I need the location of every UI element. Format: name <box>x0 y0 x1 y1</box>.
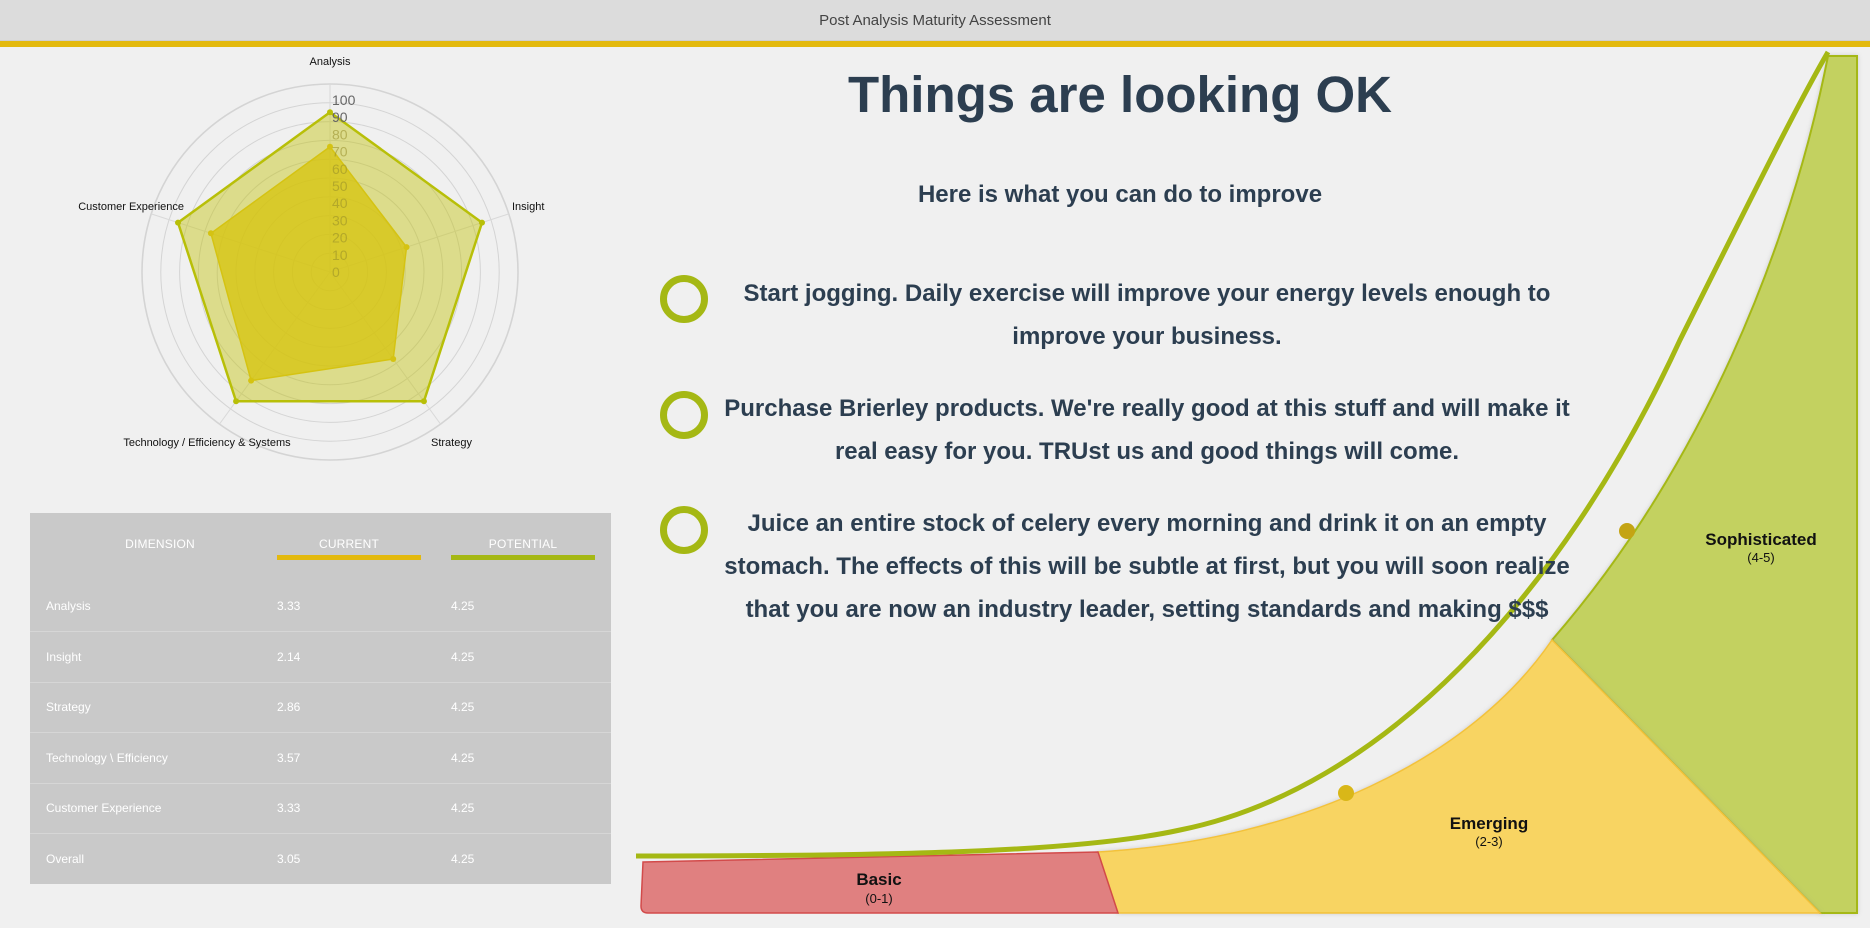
table-header: DIMENSION CURRENT POTENTIAL <box>30 513 611 581</box>
radar-point <box>478 219 485 226</box>
cell-potential: 4.25 <box>451 750 475 765</box>
ring-icon <box>660 506 708 554</box>
level-sophisticated-name: Sophisticated <box>1705 530 1816 549</box>
radar-tick-label: 60 <box>332 161 348 177</box>
level-emerging-name: Emerging <box>1450 814 1528 833</box>
radar-point <box>175 219 182 226</box>
ring-icon <box>660 391 708 439</box>
radar-point <box>233 398 240 405</box>
cell-potential: 4.25 <box>451 851 475 866</box>
cell-current: 3.33 <box>277 801 301 815</box>
table-row: Analysis 3.33 4.25 <box>30 581 611 632</box>
cell-potential: 4.25 <box>451 801 475 815</box>
radar-tick-label: 30 <box>332 212 348 228</box>
level-emerging-range: (2-3) <box>1475 834 1502 849</box>
cell-current: 2.86 <box>277 700 301 714</box>
radar-tick-label: 0 <box>332 264 340 280</box>
table-row: Technology \ Efficiency 3.57 4.25 <box>30 733 611 784</box>
cell-potential: 4.25 <box>451 649 475 664</box>
tip-line: that you are now an industry leader, set… <box>745 596 1549 623</box>
radar-axis-label: Insight <box>512 201 544 213</box>
cell-potential: 4.25 <box>451 599 475 613</box>
cell-dimension: Technology \ Efficiency <box>46 750 168 765</box>
cell-dimension: Customer Experience <box>46 801 162 815</box>
radar-tick-label: 10 <box>332 247 348 263</box>
radar-tick-label: 40 <box>332 195 348 211</box>
cell-current: 3.57 <box>277 750 301 765</box>
table-row: Strategy 2.86 4.25 <box>30 682 611 733</box>
tip-line: Purchase Brierley products. We're really… <box>724 395 1570 422</box>
header-potential: POTENTIAL <box>488 537 558 551</box>
radar-series-potential <box>176 110 484 403</box>
radar-tick-label: 50 <box>332 178 348 194</box>
cell-current: 3.05 <box>277 851 301 866</box>
curve-marker-sophisticated <box>1619 523 1635 539</box>
cell-potential: 4.25 <box>451 700 475 714</box>
header-current: CURRENT <box>318 537 380 551</box>
radar-axis-label: Strategy <box>431 437 472 449</box>
radar-tick-label: 20 <box>332 230 348 246</box>
radar-tick-label: 80 <box>332 126 348 142</box>
radar-axis-label: Analysis <box>310 56 351 68</box>
dimension-table: DIMENSION CURRENT POTENTIAL Analysis 3.33… <box>30 513 611 884</box>
potential-legend-bar <box>451 555 595 560</box>
table-row: Insight 2.14 4.25 <box>30 632 611 683</box>
current-legend-bar <box>277 555 421 560</box>
level-basic-range: (0-1) <box>865 891 892 906</box>
page-headline: Things are looking OK <box>847 66 1393 123</box>
cell-dimension: Analysis <box>46 599 91 613</box>
tip-line: Start jogging. Daily exercise will impro… <box>743 280 1551 307</box>
radar-chart: 1009080706050403020100 AnalysisInsightSt… <box>78 56 544 461</box>
level-sophisticated-range: (4-5) <box>1747 550 1774 565</box>
tip-item: Purchase Brierley products. We're really… <box>722 387 1572 473</box>
tip-line: Juice an entire stock of celery every mo… <box>747 510 1547 537</box>
tip-line: stomach. The effects of this will be sub… <box>724 553 1570 580</box>
table-row: Customer Experience 3.33 4.25 <box>30 783 611 834</box>
radar-point <box>420 398 427 405</box>
radar-axis-label: Customer Experience <box>78 201 184 213</box>
radar-tick-label: 100 <box>332 92 356 108</box>
table-row: Overall 3.05 4.25 <box>30 834 611 884</box>
radar-series <box>175 109 485 405</box>
radar-tick-label: 90 <box>332 109 348 125</box>
cell-dimension: Overall <box>46 851 85 866</box>
curve-marker-emerging <box>1338 785 1354 801</box>
cell-current: 3.33 <box>277 599 301 613</box>
radar-tick-label: 70 <box>332 144 348 160</box>
cell-dimension: Insight <box>46 649 82 664</box>
ring-icon <box>660 275 708 323</box>
tip-item: Start jogging. Daily exercise will impro… <box>722 272 1572 358</box>
tip-line: improve your business. <box>1012 323 1282 350</box>
radar-axis-label: Technology / Efficiency & Systems <box>123 437 291 449</box>
tip-item: Juice an entire stock of celery every mo… <box>722 502 1572 631</box>
header-dimension: DIMENSION <box>125 537 195 551</box>
cell-current: 2.14 <box>277 649 301 664</box>
level-basic-name: Basic <box>856 870 901 889</box>
cell-dimension: Strategy <box>46 700 91 714</box>
tip-line: real easy for you. TRUst us and good thi… <box>834 438 1460 465</box>
page-subheadline: Here is what you can do to improve <box>917 181 1323 208</box>
